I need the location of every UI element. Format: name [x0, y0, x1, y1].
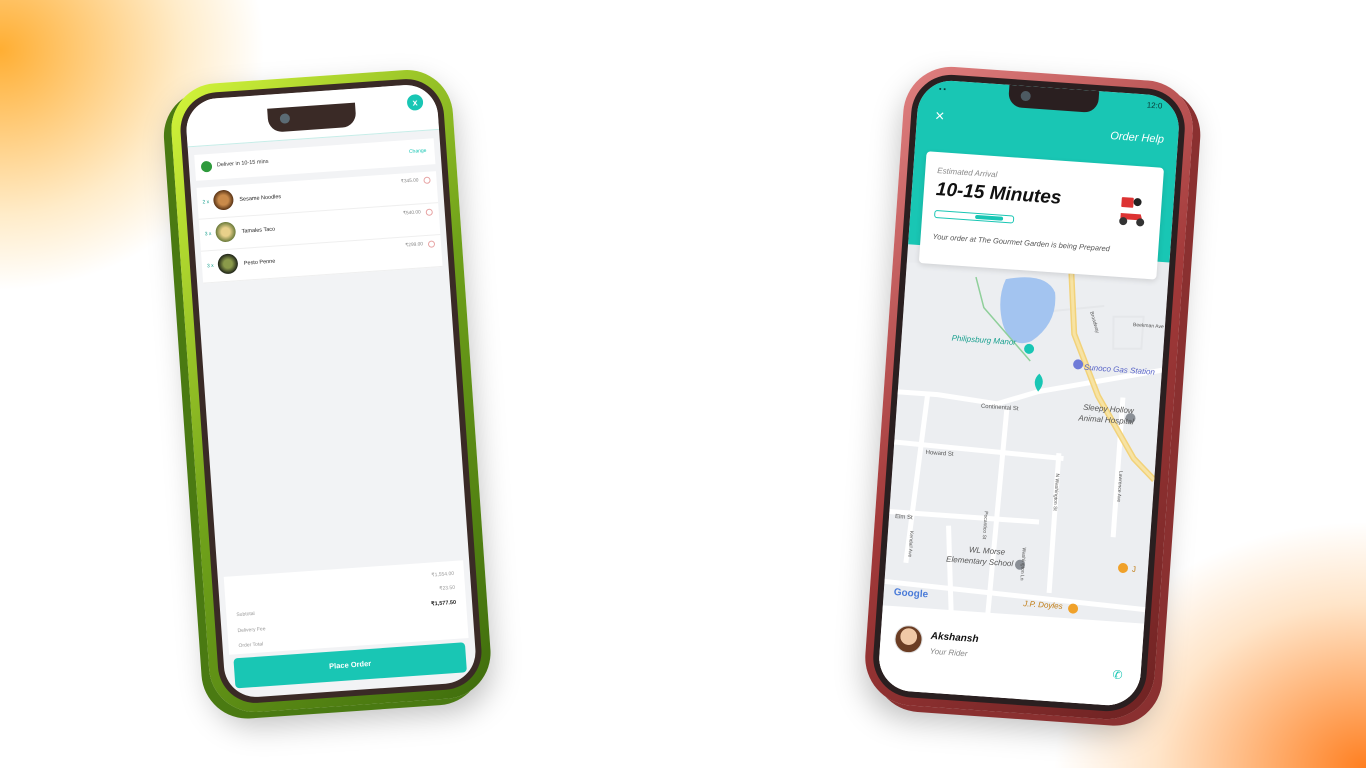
item-price: ₹345.00: [400, 178, 419, 185]
item-name: Tamales Taco: [241, 226, 276, 235]
order-help-link[interactable]: Order Help: [1110, 130, 1165, 146]
item-price: ₹540.00: [402, 210, 421, 217]
scooter-icon: [1119, 197, 1145, 227]
item-quantity[interactable]: 2 x: [202, 199, 209, 205]
item-thumbnail: [214, 221, 237, 243]
order-total-value: ₹1,577.50: [431, 599, 457, 608]
item-thumbnail: [212, 189, 235, 211]
map-label-j: J: [1131, 564, 1137, 574]
item-quantity[interactable]: 3 x: [207, 263, 214, 269]
tracking-phone: ▪ ▪ 12:0 × Order Help Philipsburg Manor …: [862, 63, 1196, 723]
item-thumbnail: [217, 253, 239, 275]
eta-progress-fill: [975, 214, 1004, 221]
close-icon[interactable]: ×: [934, 108, 945, 127]
eta-label: Estimated Arrival: [936, 166, 998, 180]
subtotal-value: ₹1,554.00: [431, 570, 455, 579]
item-price: ₹299.00: [405, 242, 424, 249]
order-total-label: Order Total: [238, 641, 264, 650]
google-logo: Google: [893, 587, 929, 601]
call-icon[interactable]: ✆: [1112, 668, 1123, 683]
remove-item-icon[interactable]: [423, 176, 431, 185]
delivery-time-text: Deliver in 10-15 mins: [216, 158, 269, 169]
change-delivery-link[interactable]: Change: [409, 148, 427, 155]
remove-item-icon[interactable]: [425, 208, 434, 216]
item-name: Sesame Noodles: [239, 194, 282, 203]
map-label-elm: Elm St: [894, 513, 913, 522]
eta-progress-bar: [933, 209, 1015, 224]
order-summary: ₹1,554.00 ₹23.50 Subtotal ₹1,577.50 Deli…: [223, 560, 469, 655]
basket-phone: Basket Fay Grill x Deliver in 10-15 mins…: [168, 66, 494, 716]
rider-role: Your Rider: [929, 646, 968, 659]
item-quantity[interactable]: 3 x: [205, 231, 212, 237]
delivery-fee-value: ₹23.50: [439, 584, 456, 592]
eta-time: 10-15 Minutes: [935, 179, 1063, 209]
status-time: 12:0: [1146, 100, 1163, 111]
subtotal-label: Subtotal: [236, 610, 255, 619]
rider-name: Akshansh: [930, 630, 979, 646]
avatar: [893, 624, 924, 655]
eta-card: Estimated Arrival 10-15 Minutes Your ord…: [918, 151, 1165, 280]
item-name: Pesto Penne: [243, 258, 276, 267]
basket-screen: Basket Fay Grill x Deliver in 10-15 mins…: [184, 82, 478, 700]
basket-items-list: 2 x Sesame Noodles ₹345.00 3 x Tamales T…: [196, 171, 443, 284]
tracking-screen: ▪ ▪ 12:0 × Order Help Philipsburg Manor …: [876, 78, 1182, 708]
remove-item-icon[interactable]: [427, 240, 436, 248]
delivery-icon: [200, 160, 213, 173]
order-status-text: Your order at The Gourmet Garden is bein…: [932, 231, 1111, 254]
delivery-fee-label: Delivery Fee: [237, 626, 266, 635]
status-bar-icons: ▪ ▪: [938, 85, 947, 94]
